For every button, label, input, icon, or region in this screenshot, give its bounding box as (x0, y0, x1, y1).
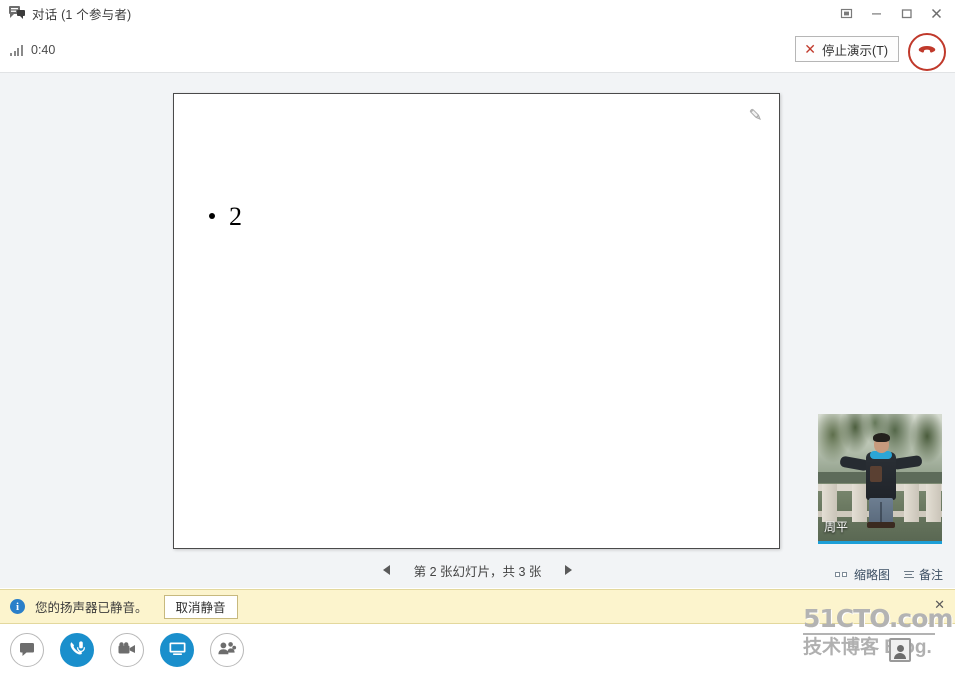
bullet-dot-icon (209, 213, 215, 219)
notes-label: 备注 (918, 568, 943, 582)
next-slide-button[interactable] (557, 559, 579, 581)
thumbnails-icon (834, 572, 849, 577)
video-camera-icon (117, 641, 137, 659)
window-controls (831, 0, 951, 26)
maximize-button[interactable] (891, 1, 921, 25)
slide-counter-label: 第 2 张幻灯片，共 3 张 (413, 564, 542, 579)
slide-canvas[interactable]: 2 (173, 93, 780, 549)
call-button[interactable] (60, 633, 94, 667)
slide-bullet-text: 2 (229, 202, 242, 231)
participants-button[interactable] (210, 633, 244, 667)
call-timer: 0:40 (31, 43, 56, 57)
bottom-toolbar (0, 624, 955, 676)
participant-video-thumbnail[interactable]: 周平 (818, 414, 942, 544)
chat-button[interactable] (10, 633, 44, 667)
call-status: 0:40 (10, 40, 55, 56)
participant-name-label: 周平 (824, 520, 849, 534)
notification-bar: i 您的扬声器已静音。 取消静音 (0, 589, 955, 624)
notes-icon (903, 570, 914, 579)
thumbnails-label: 缩略图 (853, 568, 890, 582)
monitor-present-icon (168, 641, 187, 659)
close-icon: ✕ (804, 41, 817, 57)
video-railing-post (926, 483, 941, 522)
thumbnails-link[interactable]: 缩略图 (834, 566, 890, 583)
popout-button[interactable] (831, 1, 861, 25)
unmute-label: 取消静音 (175, 601, 226, 615)
people-icon (217, 641, 237, 659)
previous-slide-button[interactable] (376, 559, 398, 581)
video-railing-post (904, 483, 919, 522)
hangup-button[interactable] (908, 33, 946, 71)
video-person-hair (873, 433, 890, 442)
signal-strength-icon (10, 45, 24, 56)
annotation-pen-icon[interactable] (743, 102, 769, 128)
present-button[interactable] (160, 633, 194, 667)
info-icon: i (10, 599, 25, 614)
video-person-leg-gap (880, 502, 882, 524)
slide-bullet-item: 2 (209, 204, 242, 230)
video-railing-post (822, 483, 837, 522)
video-button[interactable] (110, 633, 144, 667)
chat-bubble-icon (18, 641, 36, 660)
phone-mic-icon (68, 640, 87, 661)
title-bar: 对话 (1 个参与者) (0, 0, 955, 26)
call-bar: 0:40 ✕ 停止演示(T) (0, 26, 955, 72)
hangup-phone-icon (917, 44, 937, 61)
unmute-button[interactable]: 取消静音 (163, 594, 238, 619)
presentation-stage: 2 第 2 张幻灯片，共 3 张 周平 缩略图 备注 (0, 72, 955, 588)
video-person-bag (870, 466, 882, 482)
stop-presenting-label: 停止演示(T) (822, 43, 888, 58)
stage-view-links: 缩略图 备注 (821, 566, 943, 583)
notification-message: 您的扬声器已静音。 (35, 601, 148, 615)
notes-link[interactable]: 备注 (903, 566, 943, 583)
video-person-shoes (867, 522, 895, 528)
conversation-icon (8, 5, 26, 21)
window-title: 对话 (1 个参与者) (32, 7, 132, 22)
stop-presenting-button[interactable]: ✕ 停止演示(T) (795, 36, 899, 62)
slide-navigation: 第 2 张幻灯片，共 3 张 (0, 558, 955, 582)
minimize-button[interactable] (861, 1, 891, 25)
video-railing-post (852, 483, 867, 522)
close-button[interactable] (921, 1, 951, 25)
